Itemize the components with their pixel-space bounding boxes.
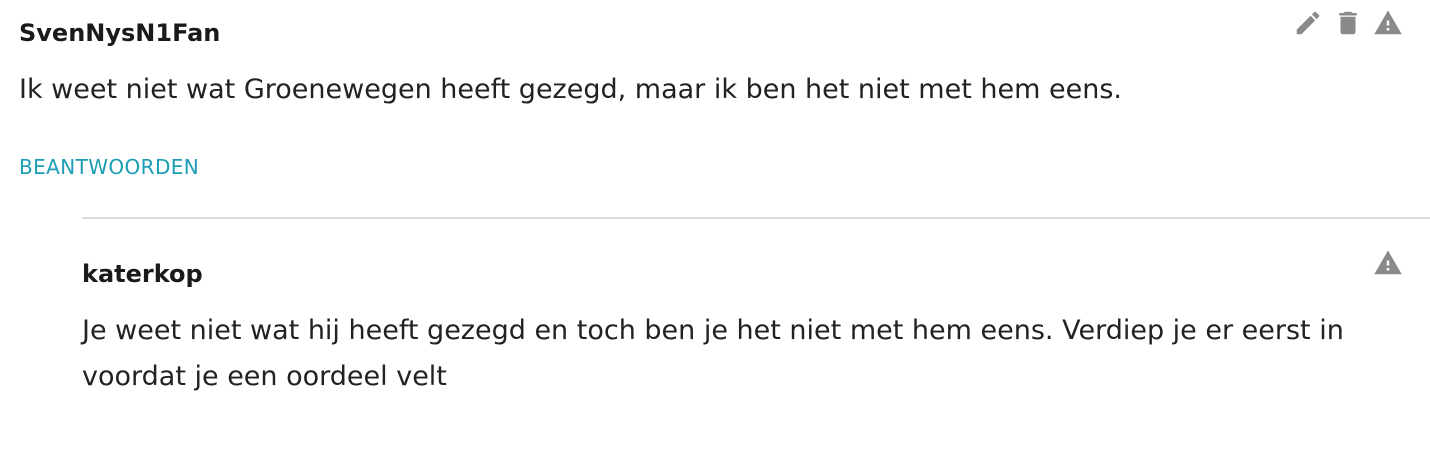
warning-icon[interactable] xyxy=(1373,8,1403,38)
reply-actions xyxy=(1373,248,1403,278)
reply-comment: katerkop Je weet niet wat hij heeft geze… xyxy=(0,220,1430,460)
warning-icon[interactable] xyxy=(1373,248,1403,278)
reply-author[interactable]: katerkop xyxy=(82,260,203,288)
reply-text: Je weet niet wat hij heeft gezegd en toc… xyxy=(82,315,1344,392)
comment: SvenNysN1Fan Ik weet niet wat Groenewege… xyxy=(0,0,1430,200)
reply-divider xyxy=(82,217,1430,219)
trash-icon[interactable] xyxy=(1333,8,1363,38)
comment-author[interactable]: SvenNysN1Fan xyxy=(19,19,220,47)
pencil-icon[interactable] xyxy=(1293,8,1323,38)
comment-actions xyxy=(1293,8,1403,38)
comment-text: Ik weet niet wat Groenewegen heeft gezeg… xyxy=(19,74,1122,105)
reply-button[interactable]: BEANTWOORDEN xyxy=(19,154,199,180)
